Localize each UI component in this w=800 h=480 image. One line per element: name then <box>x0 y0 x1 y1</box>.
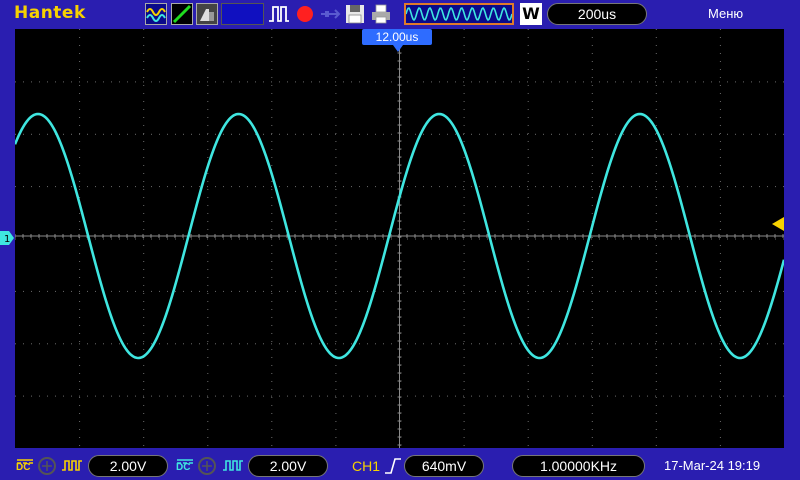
trigger-position-arrow <box>393 45 403 52</box>
record-icon[interactable] <box>294 3 316 25</box>
timebase-display[interactable]: 200us <box>547 3 647 25</box>
memory-waveform-icon <box>405 6 513 22</box>
ch2-coupling-label: DC <box>176 462 191 473</box>
top-toolbar: Hantek W 200us Меню <box>0 0 800 29</box>
scope-screen[interactable] <box>13 28 786 448</box>
ramp-icon[interactable] <box>171 3 193 25</box>
frequency-counter: 1.00000KHz <box>512 455 645 477</box>
time-offset-label[interactable]: 12.00us <box>362 29 432 45</box>
ch2-dc-icon[interactable]: DC <box>176 456 194 476</box>
ch1-coupling-label: DC <box>16 462 31 473</box>
ch1-invert-icon[interactable] <box>61 456 83 480</box>
ch2-volts-div[interactable]: 2.00V <box>248 455 328 477</box>
wave-auto-icon[interactable] <box>145 3 167 25</box>
menu-button[interactable]: Меню <box>708 6 743 21</box>
blank-panel <box>221 3 264 25</box>
brand-logo: Hantek <box>14 3 86 23</box>
trigger-source[interactable]: CH1 <box>352 458 380 474</box>
datetime: 17-Mar-24 19:19 <box>664 458 761 473</box>
ch1-volts-div[interactable]: 2.00V <box>88 455 168 477</box>
scope-graticule <box>13 28 786 448</box>
ch2-bw-icon[interactable] <box>197 456 217 480</box>
w-button[interactable]: W <box>520 3 542 25</box>
ch1-marker-label: 1 <box>4 234 10 245</box>
print-icon[interactable] <box>370 3 392 25</box>
trigger-level-marker[interactable] <box>770 216 785 232</box>
status-bar: DC 2.00V DC 2.00V CH1 640mV 1.00000KHz 1… <box>0 452 800 480</box>
pulse-icon[interactable] <box>268 3 290 25</box>
ch1-bw-icon[interactable] <box>37 456 57 480</box>
ch2-invert-icon[interactable] <box>222 456 244 480</box>
rising-edge-icon <box>384 457 402 479</box>
usb-icon[interactable] <box>319 3 341 25</box>
memory-waveform-indicator <box>404 3 514 25</box>
trigger-level[interactable]: 640mV <box>404 455 484 477</box>
ch1-dc-icon[interactable]: DC <box>16 456 34 476</box>
persist-icon[interactable] <box>196 3 218 25</box>
ch1-ground-marker[interactable]: 1 <box>0 230 15 246</box>
save-icon[interactable] <box>344 3 366 25</box>
